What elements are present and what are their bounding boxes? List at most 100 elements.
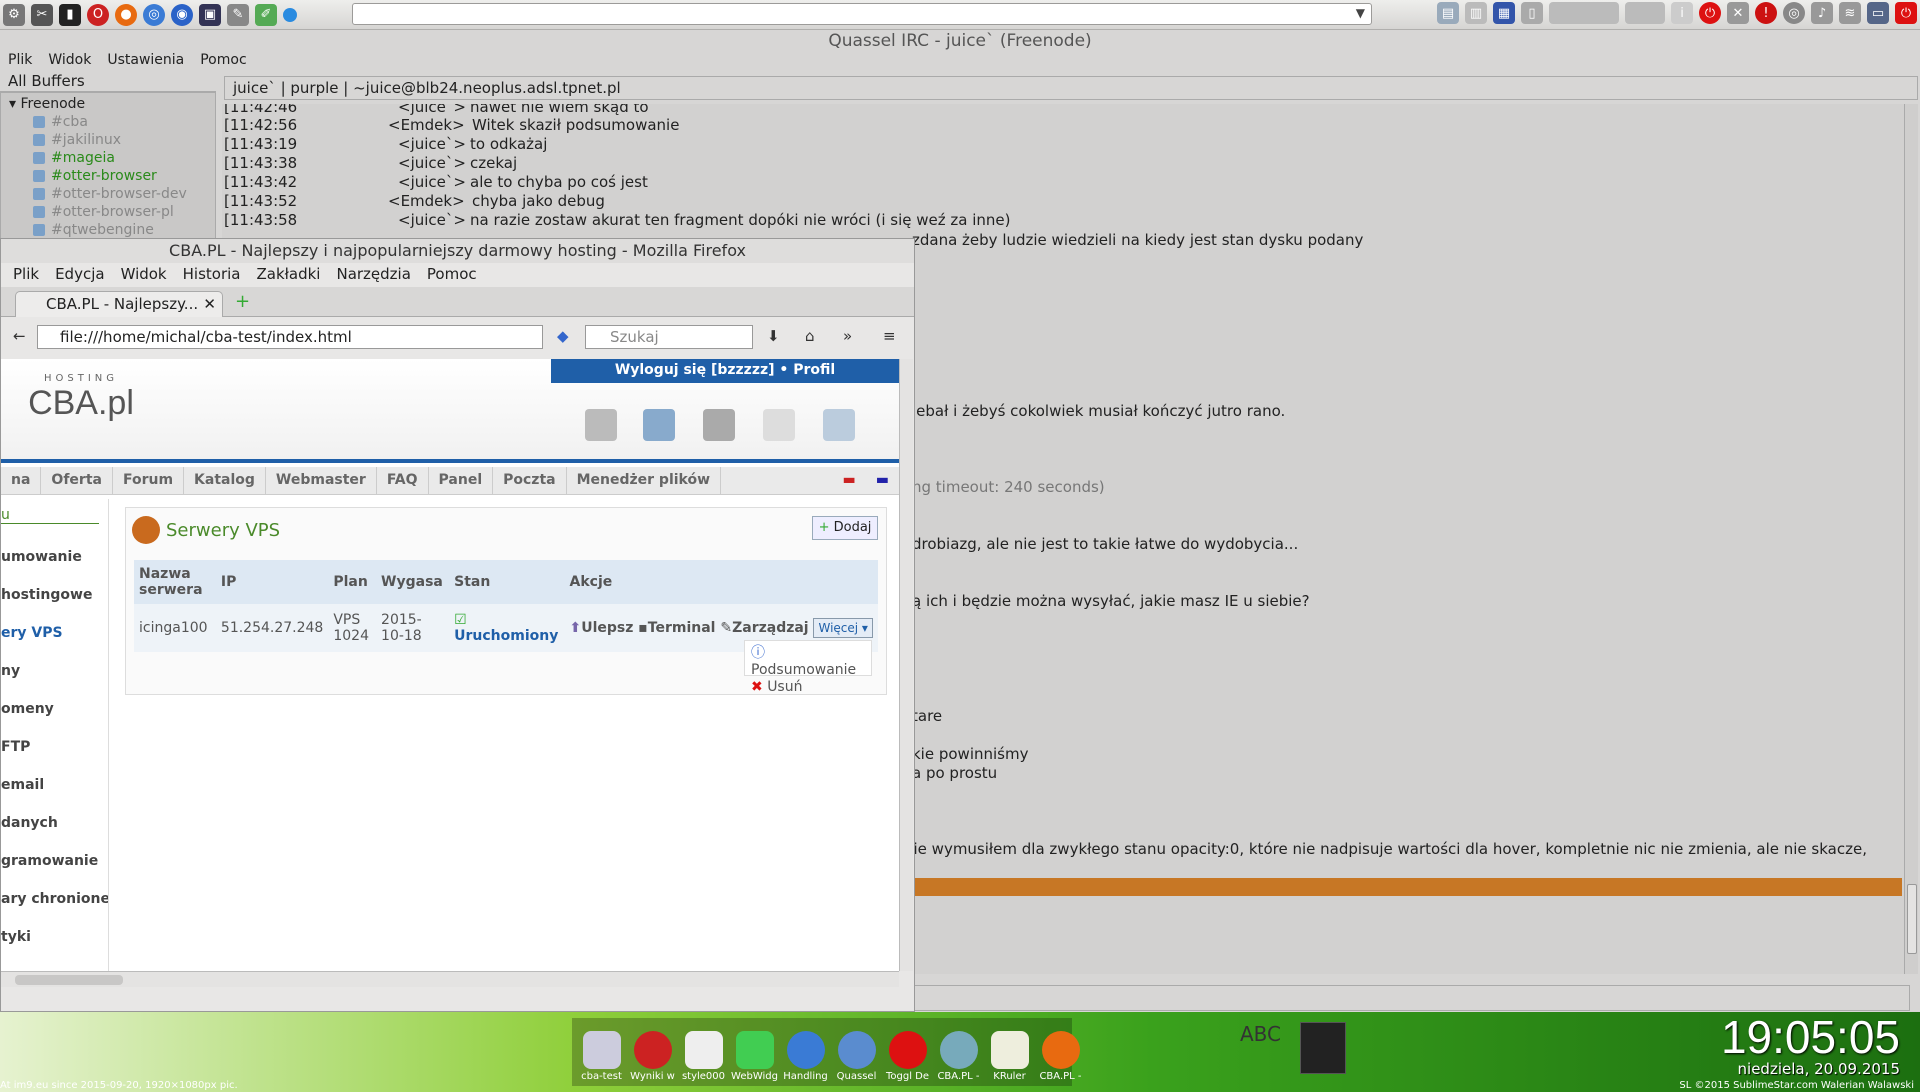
menu-pomoc[interactable]: Pomoc — [419, 263, 485, 287]
browser-icon[interactable]: ◎ — [143, 3, 165, 26]
page-hscrollbar[interactable] — [1, 971, 899, 987]
task-cba-2[interactable]: CBA.PL - — [1037, 1022, 1084, 1082]
flag-pl-icon[interactable]: ▬ — [833, 467, 866, 494]
sidebar-item[interactable]: email — [1, 777, 44, 793]
nav-faq[interactable]: FAQ — [377, 467, 429, 494]
page-scrollbar[interactable] — [899, 359, 913, 971]
clipboard-icon[interactable]: ▥ — [1465, 2, 1487, 24]
manage-button[interactable]: ✎Zarządzaj — [720, 620, 808, 636]
menu-item-summary[interactable]: ⓘ Podsumowanie — [745, 641, 871, 679]
task-cba-test[interactable]: cba-test — [578, 1022, 625, 1082]
menu-ustawienia[interactable]: Ustawienia — [99, 50, 192, 72]
back-icon[interactable]: ← — [13, 327, 26, 345]
database-icon[interactable] — [703, 409, 735, 441]
cba-logo[interactable]: HOSTING CBA.pl — [21, 373, 141, 453]
wifi-icon[interactable]: ≋ — [1839, 2, 1861, 24]
close-icon[interactable]: ✕ — [203, 292, 216, 316]
task-style[interactable]: style000 — [680, 1022, 727, 1082]
buffer-item[interactable]: #cba — [5, 113, 215, 131]
sidebar-item[interactable]: ny — [1, 663, 20, 679]
tab-cba[interactable]: CBA.PL - Najlepszy... ✕ — [15, 291, 223, 317]
info-icon[interactable]: i — [1671, 2, 1693, 24]
menu-historia[interactable]: Historia — [175, 263, 249, 287]
mail-icon[interactable] — [763, 409, 795, 441]
sidebar-item[interactable]: hostingowe — [1, 587, 92, 603]
network-icon[interactable]: ✕ — [1727, 2, 1749, 24]
nav-katalog[interactable]: Katalog — [184, 467, 266, 494]
sidebar-item-vps[interactable]: ery VPS — [1, 625, 63, 641]
menu-edycja[interactable]: Edycja — [47, 263, 112, 287]
hscroll-thumb[interactable] — [15, 975, 123, 985]
shutdown-icon[interactable]: ⏻ — [1895, 2, 1917, 24]
buffer-item[interactable]: #mageia — [5, 149, 215, 167]
flag-en-icon[interactable]: ▬ — [866, 467, 899, 494]
more-button[interactable]: Więcej ▾ — [813, 618, 873, 638]
pen-icon[interactable]: ✐ — [255, 3, 277, 26]
upgrade-button[interactable]: ⬆Ulepsz — [570, 620, 634, 636]
task-quassel[interactable]: Quassel — [833, 1022, 880, 1082]
new-tab-icon[interactable]: + — [235, 291, 250, 312]
task-qt[interactable]: WebWidg — [731, 1022, 778, 1082]
task-opera[interactable]: Wyniki w — [629, 1022, 676, 1082]
display-icon[interactable]: ▦ — [1493, 2, 1515, 24]
sidebar-item[interactable]: ary chronione — [1, 891, 108, 907]
chat-scrollbar[interactable] — [1904, 104, 1918, 974]
chromium-icon[interactable]: ◉ — [171, 3, 193, 26]
sidebar-item[interactable]: umowanie — [1, 549, 82, 565]
task-kruler[interactable]: KRuler — [986, 1022, 1033, 1082]
sidebar-item[interactable]: tyki — [1, 929, 31, 945]
nav-oferta[interactable]: Oferta — [41, 467, 113, 494]
tools-icon[interactable]: ✂ — [31, 3, 53, 26]
app-icon[interactable]: ▣ — [199, 3, 221, 26]
power-icon[interactable]: ⏻ — [1699, 2, 1721, 24]
terminal-icon[interactable]: ▮ — [59, 3, 81, 26]
sidebar-item[interactable]: u — [1, 507, 99, 524]
terminal-button[interactable]: ▪Terminal — [638, 620, 715, 636]
menu-narzedzia[interactable]: Narzędzia — [328, 263, 418, 287]
add-button[interactable]: + Dodaj — [812, 516, 878, 540]
overflow-icon[interactable]: » — [843, 327, 852, 345]
nav-file-manager[interactable]: Menedżer plików — [567, 467, 722, 494]
buffer-item[interactable]: #jakilinux — [5, 131, 215, 149]
chat-input[interactable] — [910, 985, 1910, 1011]
download-icon[interactable]: ⬇ — [767, 327, 780, 345]
menu-widok[interactable]: Widok — [113, 263, 175, 287]
sidebar-item[interactable]: omeny — [1, 701, 54, 717]
menu-widok[interactable]: Widok — [40, 50, 99, 72]
volume-icon[interactable]: ♪ — [1811, 2, 1833, 24]
lock-icon[interactable]: ▭ — [1867, 2, 1889, 24]
task-cba-1[interactable]: CBA.PL - — [935, 1022, 982, 1082]
topic-bar[interactable]: juice` | purple | ~juice@blb24.neoplus.a… — [224, 76, 1918, 100]
megaphone-icon[interactable] — [823, 409, 855, 441]
bookmark-icon[interactable]: ◆ — [557, 327, 569, 345]
tools-icon[interactable] — [585, 409, 617, 441]
home-icon[interactable]: ⌂ — [805, 327, 815, 345]
storage-icon[interactable]: ▯ — [1521, 2, 1543, 24]
menu-zakladki[interactable]: Zakładki — [248, 263, 328, 287]
menu-icon[interactable]: ≡ — [883, 327, 896, 345]
user-bar[interactable]: Wyloguj się [bzzzzz] • Profil — [551, 359, 899, 383]
nav-forum[interactable]: Forum — [113, 467, 185, 494]
nav-panel[interactable]: Panel — [429, 467, 494, 494]
task-handling[interactable]: Handling — [782, 1022, 829, 1082]
opera-icon[interactable]: O — [87, 3, 109, 26]
calendar-icon[interactable] — [643, 409, 675, 441]
menu-pomoc[interactable]: Pomoc — [192, 50, 254, 72]
buffer-item[interactable]: #otter-browser-dev — [5, 185, 215, 203]
col-name[interactable]: Nazwa serwera — [134, 560, 216, 604]
buffer-item[interactable]: #qtwebengine — [5, 221, 215, 239]
nav-webmaster[interactable]: Webmaster — [266, 467, 377, 494]
menu-item-delete[interactable]: ✖ Usuń — [745, 679, 871, 695]
files-icon[interactable]: ▤ — [1437, 2, 1459, 24]
buffer-item[interactable]: #otter-browser — [5, 167, 215, 185]
record-icon[interactable]: ◎ — [1783, 2, 1805, 24]
task-combo[interactable]: ▼ — [352, 3, 1372, 25]
task-toggl[interactable]: Toggl De — [884, 1022, 931, 1082]
alert-icon[interactable]: ! — [1755, 2, 1777, 24]
firefox-icon[interactable]: ● — [115, 3, 137, 26]
dot-icon[interactable] — [283, 7, 297, 22]
menu-plik[interactable]: Plik — [5, 263, 47, 287]
scroll-thumb[interactable] — [1907, 884, 1917, 954]
buffer-item[interactable]: #otter-browser-pl — [5, 203, 215, 221]
launcher-icon[interactable]: ⚙ — [3, 3, 25, 26]
